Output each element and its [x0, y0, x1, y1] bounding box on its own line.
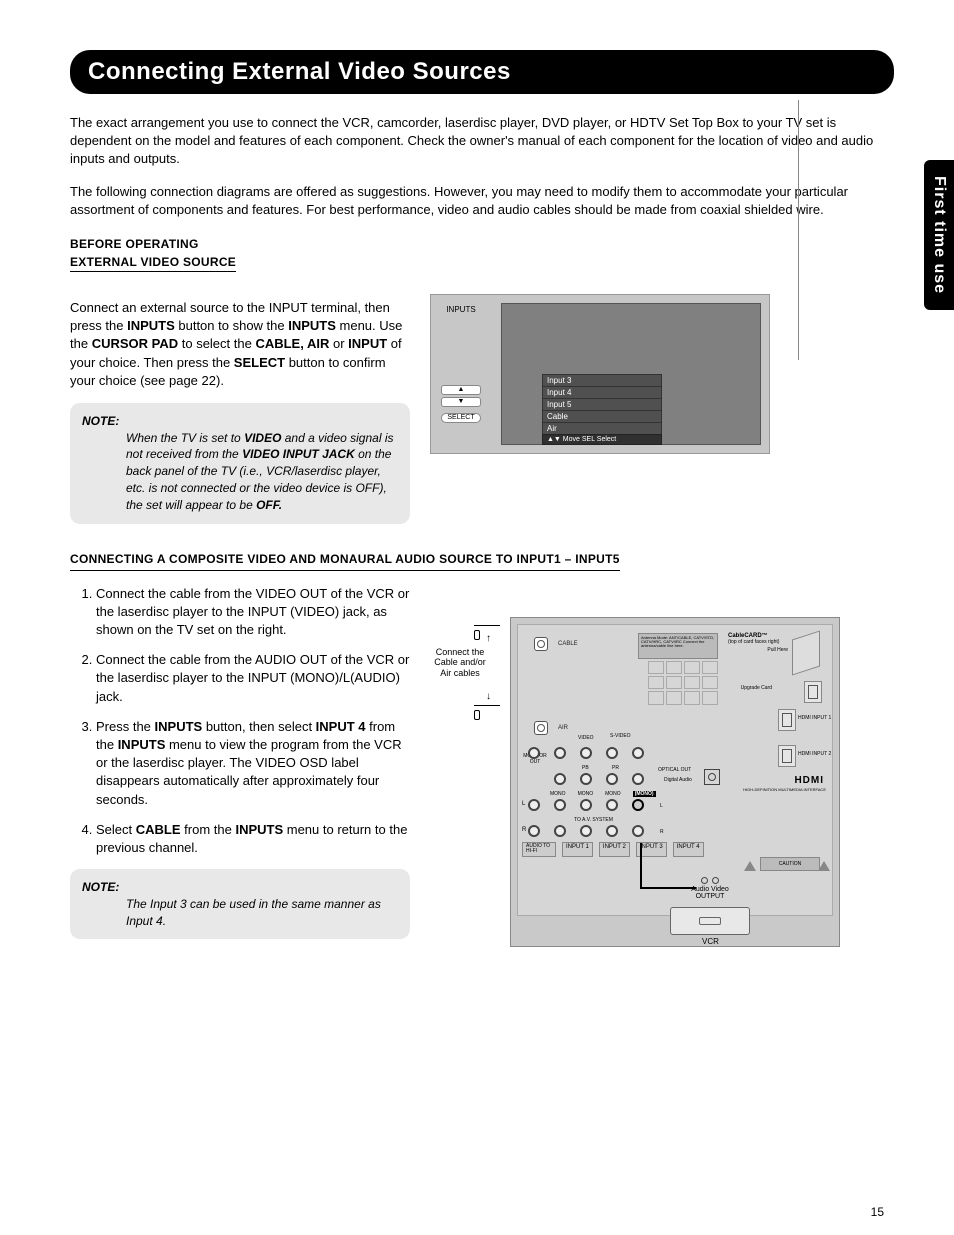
- rca-jack-icon: [580, 773, 592, 785]
- vent-grid: [648, 661, 718, 705]
- subheading-composite: CONNECTING A COMPOSITE VIDEO AND MONAURA…: [70, 550, 894, 571]
- vertical-divider: [798, 100, 799, 360]
- vcr-output-label: Audio Video OUTPUT: [682, 877, 738, 900]
- osd-footer: ▲▼ Move SEL Select: [542, 434, 662, 445]
- video-label: VIDEO: [578, 735, 594, 741]
- l-label: L: [522, 801, 525, 807]
- intro-paragraph-2: The following connection diagrams are of…: [70, 183, 894, 219]
- step-4: Select CABLE from the INPUTS menu to ret…: [96, 821, 410, 857]
- step-1: Connect the cable from the VIDEO OUT of …: [96, 585, 410, 640]
- note-box-2: NOTE: The Input 3 can be used in the sam…: [70, 869, 410, 939]
- hdmi-port-2-icon: [778, 745, 796, 767]
- page-number: 15: [871, 1205, 884, 1219]
- remote-inputs-label: INPUTS: [441, 305, 481, 314]
- hdmi-port-1-icon: [778, 709, 796, 731]
- rca-jack-icon: [606, 747, 618, 759]
- rca-jack-icon: [606, 773, 618, 785]
- rca-jack-icon: [528, 747, 540, 759]
- vcr-jack-icon: [712, 877, 719, 884]
- rca-jack-icon: [554, 773, 566, 785]
- osd-screen: Input 3 Input 4 Input 5 Cable Air ▲▼ Mov…: [501, 303, 761, 445]
- hdmi-1-label: HDMI INPUT 1: [798, 715, 834, 721]
- note-2-body: The Input 3 can be used in the same mann…: [82, 896, 398, 930]
- pb-label: PB: [582, 765, 589, 771]
- rca-jack-icon: [528, 825, 540, 837]
- arrow-down-icon: ▼: [441, 397, 481, 407]
- optical-jack-icon: [704, 769, 720, 785]
- hdmi-sublabel: HIGH-DEFINITION MULTIMEDIA INTERFACE: [743, 787, 826, 792]
- warning-box: Antenna Mode: ANT/CABLE, CATV/STD, CATV/…: [638, 633, 718, 659]
- rca-jack-icon: [632, 825, 644, 837]
- upgrade-card-label: Upgrade Card: [741, 685, 772, 691]
- warning-triangle-icon: [818, 861, 830, 871]
- hdmi-logo: HDMI: [794, 775, 824, 786]
- r-label: R: [522, 827, 526, 833]
- cablecard-label: CableCARD™(top of card faces right): [728, 633, 779, 645]
- rca-jack-icon: [554, 825, 566, 837]
- rca-jack-icon: [606, 799, 618, 811]
- rca-jack-icon: [580, 799, 592, 811]
- connect-instruction: Connect an external source to the INPUT …: [70, 299, 410, 390]
- subheading-before-operating: BEFORE OPERATING EXTERNAL VIDEO SOURCE: [70, 237, 894, 272]
- note-1-body: When the TV is set to VIDEO and a video …: [82, 430, 398, 514]
- rca-jack-icon: [606, 825, 618, 837]
- tv-back-panel: CABLE Antenna Mode: ANT/CABLE, CATV/STD,…: [510, 617, 840, 947]
- rca-jack-icon: [580, 747, 592, 759]
- note-label: NOTE:: [82, 414, 119, 428]
- step-2: Connect the cable from the AUDIO OUT of …: [96, 651, 410, 706]
- upgrade-slot-icon: [804, 681, 822, 703]
- note-box-1: NOTE: When the TV is set to VIDEO and a …: [70, 403, 410, 524]
- cablecard-slot-icon: [792, 630, 820, 675]
- remote-arrow-buttons: ▲ ▼ SELECT: [441, 385, 481, 425]
- l-side-label: L: [660, 803, 663, 809]
- cable-label: CABLE: [558, 641, 578, 647]
- rca-jack-active-icon: [632, 799, 644, 811]
- cable-note-text: Connect the Cable and/or Air cables: [430, 647, 490, 679]
- pull-here-label: Pull Here: [767, 647, 788, 653]
- rca-jack-icon: [554, 747, 566, 759]
- osd-figure: INPUTS ▲ ▼ SELECT Input 3 Input 4 Input …: [430, 294, 770, 454]
- step-3: Press the INPUTS button, then select INP…: [96, 718, 410, 809]
- page-content: Connecting External Video Sources The ex…: [0, 0, 954, 997]
- rca-jack-icon: [528, 799, 540, 811]
- digital-audio-label: Digital Audio: [664, 777, 692, 783]
- r-side-label: R: [660, 829, 664, 835]
- air-label: AIR: [558, 725, 568, 731]
- air-jack-icon: [534, 721, 548, 735]
- hdmi-2-label: HDMI INPUT 2: [798, 751, 834, 757]
- osd-menu-list: Input 3 Input 4 Input 5 Cable Air ▲▼ Mov…: [542, 374, 662, 445]
- bottom-input-labels: AUDIO TO HI-FI INPUT 1 INPUT 2 INPUT 3 I…: [522, 842, 704, 857]
- caution-label: CAUTION: [760, 857, 820, 871]
- rca-jack-icon: [632, 747, 644, 759]
- vcr-jack-icon: [701, 877, 708, 884]
- select-button-icon: SELECT: [441, 413, 481, 423]
- intro-block: The exact arrangement you use to connect…: [70, 114, 894, 219]
- air-connector-icon: [474, 703, 504, 715]
- steps-list: Connect the cable from the VIDEO OUT of …: [70, 585, 410, 857]
- arrow-down-icon: ↓: [486, 691, 491, 702]
- warning-triangle-icon: [744, 861, 756, 871]
- to-av-label: TO A.V. SYSTEM: [574, 817, 613, 823]
- svideo-label: S-VIDEO: [610, 733, 631, 739]
- rca-jack-icon: [580, 825, 592, 837]
- mono-labels: MONOMONOMONO(MONO): [550, 791, 656, 797]
- arrow-up-icon: ▲: [441, 385, 481, 395]
- connection-diagram: ↑ Connect the Cable and/or Air cables ↓ …: [430, 607, 850, 967]
- arrow-up-icon: ↑: [486, 633, 491, 644]
- rca-jack-icon: [554, 799, 566, 811]
- intro-paragraph-1: The exact arrangement you use to connect…: [70, 114, 894, 169]
- optical-label: OPTICAL OUT: [658, 767, 691, 773]
- rca-jack-icon: [632, 773, 644, 785]
- subhead-line2: EXTERNAL VIDEO SOURCE: [70, 255, 236, 272]
- cable-line: [640, 843, 642, 887]
- cable-jack-icon: [534, 637, 548, 651]
- page-title-bar: Connecting External Video Sources: [70, 50, 894, 94]
- note-label: NOTE:: [82, 880, 119, 894]
- subhead-line1: BEFORE OPERATING: [70, 237, 894, 251]
- vcr-label: VCR: [702, 937, 719, 946]
- pr-label: PR: [612, 765, 619, 771]
- vcr-device-icon: [670, 907, 750, 935]
